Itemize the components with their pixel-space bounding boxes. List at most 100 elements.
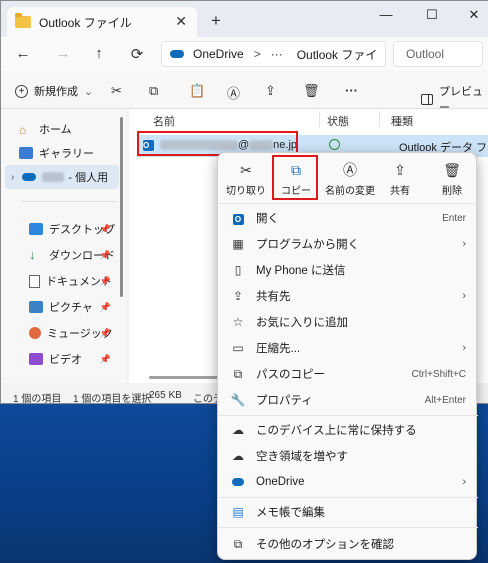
- ctx-rename-button[interactable]: Ⓐ 名前の変更: [322, 161, 378, 197]
- menu-shortcut: Alt+Enter: [424, 394, 466, 406]
- menu-item-properties[interactable]: 🔧 プロパティ Alt+Enter: [218, 387, 478, 413]
- refresh-button[interactable]: ⟳: [127, 45, 147, 63]
- redacted-account-name: [42, 172, 65, 182]
- pin-icon: 📌: [99, 275, 111, 286]
- breadcrumb-current[interactable]: Outlook ファイ: [297, 46, 378, 63]
- gallery-icon: [19, 147, 33, 159]
- desktop-icon: [29, 223, 43, 235]
- cut-icon: ✂: [240, 162, 252, 178]
- copy-path-icon: ⧉: [233, 366, 243, 381]
- ctx-share-button[interactable]: ⇪ 共有: [376, 161, 424, 197]
- menu-item-label: プロパティ: [256, 395, 313, 407]
- sidebar-item-pictures[interactable]: ピクチャ 📌: [29, 295, 119, 319]
- tab-outlook-files[interactable]: Outlook ファイル ✕: [7, 7, 197, 37]
- column-separator: [379, 111, 380, 127]
- music-icon: [29, 327, 41, 339]
- menu-item-compress[interactable]: ▭ 圧縮先... ›: [218, 335, 478, 361]
- share-icon: ⇪: [394, 162, 406, 178]
- video-icon: [29, 353, 43, 365]
- home-icon: ⌂: [19, 123, 27, 137]
- share-icon[interactable]: ⇪: [265, 83, 276, 99]
- sidebar-divider: [21, 201, 117, 202]
- menu-item-label: メモ帳で編集: [256, 507, 325, 519]
- delete-icon: 🗑: [443, 162, 461, 178]
- sidebar-item-desktop[interactable]: デスクトップ 📌: [29, 217, 119, 241]
- copy-icon[interactable]: ⧉: [149, 83, 158, 99]
- menu-item-share-to[interactable]: ⇪ 共有先 ›: [218, 283, 478, 309]
- breadcrumb-ellipsis[interactable]: ···: [271, 47, 283, 61]
- search-input[interactable]: Outlool: [393, 41, 483, 67]
- pin-icon: 📌: [99, 301, 111, 312]
- onedrive-cloud-icon: [230, 475, 246, 489]
- paste-icon[interactable]: 📋: [189, 83, 205, 99]
- menu-item-label: 共有先: [256, 291, 291, 303]
- ctx-cut-button[interactable]: ✂ 切り取り: [222, 161, 270, 197]
- zip-folder-icon: ▭: [232, 341, 244, 355]
- column-header-type[interactable]: 種類: [391, 113, 413, 129]
- address-bar-row: ← → ↑ ⟳ OneDrive > ··· Outlook ファイ Outlo…: [1, 37, 488, 71]
- cloud-keep-icon: ☁: [232, 423, 244, 437]
- more-options-icon[interactable]: ···: [345, 83, 358, 98]
- menu-item-add-favorite[interactable]: ☆ お気に入りに追加: [218, 309, 478, 335]
- new-tab-button[interactable]: +: [211, 11, 221, 31]
- column-header-status[interactable]: 状態: [327, 113, 349, 129]
- pin-icon: 📌: [99, 327, 111, 338]
- sidebar-item-label: ホーム: [39, 124, 72, 136]
- delete-icon[interactable]: 🗑: [303, 83, 320, 99]
- ctx-action-label: 共有: [390, 186, 410, 197]
- close-window-button[interactable]: ✕: [459, 7, 488, 23]
- onedrive-cloud-icon: [170, 50, 184, 58]
- context-menu-quick-actions: ✂ 切り取り ⧉ コピー Ⓐ 名前の変更 ⇪ 共有 🗑 削除: [218, 153, 478, 203]
- menu-item-label: 空き領域を増やす: [256, 451, 348, 463]
- selection-count: 1 個の項目を選択: [73, 394, 152, 404]
- menu-item-free-space[interactable]: ☁ 空き領域を増やす: [218, 443, 478, 469]
- menu-item-keep-on-device[interactable]: ☁ このデバイス上に常に保持する: [218, 417, 478, 443]
- menu-shortcut: Enter: [442, 212, 466, 224]
- menu-divider: [218, 203, 478, 204]
- address-input[interactable]: OneDrive > ··· Outlook ファイ: [161, 41, 386, 67]
- forward-button[interactable]: →: [53, 45, 73, 62]
- menu-item-label: プログラムから開く: [256, 239, 360, 251]
- menu-item-label: その他のオプションを確認: [256, 539, 394, 551]
- sync-status-icon: [329, 139, 340, 150]
- pin-icon: 📌: [99, 249, 111, 260]
- minimize-button[interactable]: —: [371, 7, 401, 22]
- menu-item-label: 開く: [256, 213, 279, 225]
- menu-item-onedrive[interactable]: OneDrive ›: [218, 469, 478, 495]
- sidebar-item-documents[interactable]: ドキュメント 📌: [29, 269, 119, 293]
- menu-item-more-options[interactable]: ⧉ その他のオプションを確認: [218, 531, 478, 557]
- ctx-action-label: 削除: [442, 186, 462, 197]
- menu-item-edit-notepad[interactable]: ▤ メモ帳で編集: [218, 499, 478, 525]
- menu-item-open-with[interactable]: ▦ プログラムから開く ›: [218, 231, 478, 257]
- menu-divider: [218, 497, 478, 498]
- column-header-name[interactable]: 名前: [153, 113, 175, 129]
- search-placeholder: Outlool: [406, 47, 445, 61]
- sidebar-item-label: - 個人用: [68, 172, 109, 184]
- onedrive-cloud-icon: [22, 173, 37, 181]
- breadcrumb-onedrive[interactable]: OneDrive: [193, 47, 244, 61]
- cut-icon[interactable]: ✂: [111, 83, 122, 99]
- copy-highlight-box: [272, 155, 318, 200]
- share-icon: ⇪: [232, 289, 244, 303]
- menu-item-open[interactable]: O 開く Enter: [218, 205, 478, 231]
- sidebar-item-music[interactable]: ミュージック 📌: [29, 321, 119, 345]
- cloud-icon: ☁: [232, 449, 244, 463]
- back-button[interactable]: ←: [13, 45, 33, 62]
- new-label: 新規作成: [34, 86, 78, 98]
- sidebar-scrollbar[interactable]: [120, 117, 123, 297]
- menu-shortcut: Ctrl+Shift+C: [411, 368, 466, 380]
- sidebar-item-onedrive-personal[interactable]: › - 個人用: [5, 165, 119, 189]
- rename-icon: Ⓐ: [343, 162, 357, 178]
- maximize-button[interactable]: ☐: [417, 7, 447, 23]
- plus-icon: +: [15, 84, 28, 98]
- menu-item-send-to-phone[interactable]: ▯ My Phone に送信: [218, 257, 478, 283]
- ctx-delete-button[interactable]: 🗑 削除: [428, 161, 476, 197]
- up-button[interactable]: ↑: [89, 45, 109, 62]
- new-button[interactable]: + 新規作成 ⌄: [15, 83, 93, 99]
- preview-pane-icon: [421, 93, 433, 105]
- rename-icon[interactable]: Ⓐ: [227, 83, 240, 102]
- close-tab-icon[interactable]: ✕: [175, 13, 187, 30]
- menu-item-copy-path[interactable]: ⧉ パスのコピー Ctrl+Shift+C: [218, 361, 478, 387]
- sidebar-item-downloads[interactable]: ↓ ダウンロード 📌: [29, 243, 119, 267]
- sidebar-item-videos[interactable]: ビデオ 📌: [29, 347, 119, 371]
